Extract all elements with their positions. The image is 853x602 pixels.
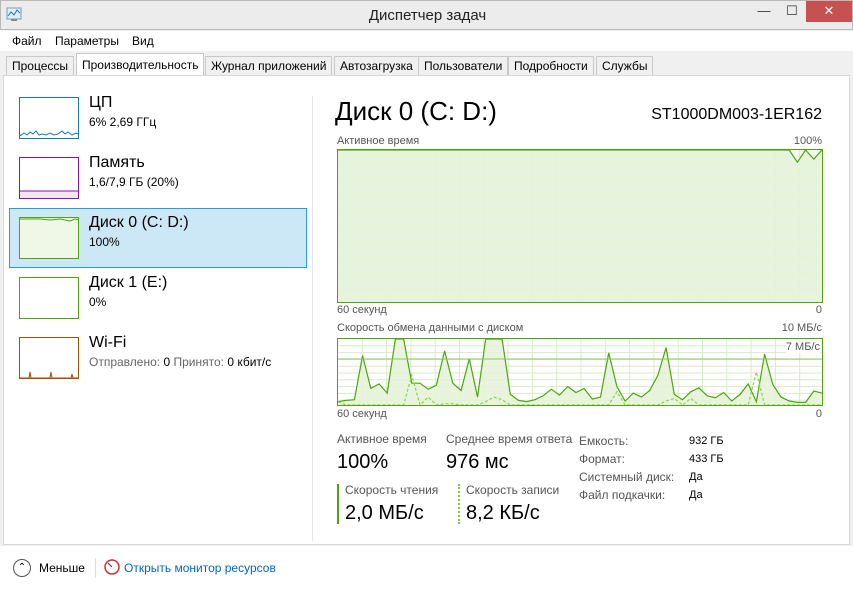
transfer-chart-marker: 7 МБ/с — [785, 341, 820, 353]
write-speed-label: Скорость записи — [466, 483, 560, 497]
active-time-value: 100% — [337, 451, 389, 473]
series-area-active — [338, 150, 822, 302]
footer: ⌃ Меньше Открыть монитор ресурсов — [0, 546, 853, 602]
transfer-chart-xright: 0 — [815, 408, 822, 420]
disk0-label: Диск 0 (C: D:) — [89, 214, 189, 231]
memory-label: Память — [89, 154, 145, 171]
menu-file[interactable]: Файл — [12, 34, 42, 48]
active-time-label: Активное время — [337, 432, 427, 446]
prop-system-label: Системный диск: — [579, 470, 675, 484]
transfer-rate-chart — [337, 338, 823, 406]
memory-value: 1,6/7,9 ГБ (20%) — [89, 175, 179, 189]
disk1-thumbnail — [19, 277, 79, 319]
sidebar-item-memory[interactable]: Память 1,6/7,9 ГБ (20%) — [9, 148, 307, 208]
close-button[interactable]: ✕ — [806, 1, 852, 22]
cpu-value: 6% 2,69 ГГц — [89, 115, 157, 129]
prop-capacity-label: Емкость: — [579, 434, 629, 448]
read-legend-line — [337, 484, 339, 524]
wifi-thumbnail — [19, 337, 79, 379]
sidebar-item-cpu[interactable]: ЦП 6% 2,69 ГГц — [9, 88, 307, 148]
disk0-thumbnail — [19, 217, 79, 259]
tab-performance[interactable]: Производительность — [76, 53, 205, 77]
cpu-label: ЦП — [89, 94, 113, 111]
active-time-chart — [337, 149, 823, 303]
window-title: Диспетчер задач — [368, 7, 487, 24]
read-speed-value: 2,0 МБ/с — [345, 502, 424, 524]
prop-format-value: 433 ГБ — [689, 453, 724, 465]
sent-label: Отправлено: — [89, 355, 161, 369]
active-chart-xright: 0 — [815, 304, 822, 316]
sidebar-item-wifi[interactable]: Wi-Fi Отправлено: 0 Принято: 0 кбит/с — [9, 328, 307, 388]
menu-options[interactable]: Параметры — [55, 34, 119, 48]
prop-capacity-value: 932 ГБ — [689, 435, 724, 447]
recv-label: Принято: — [173, 355, 224, 369]
wifi-label: Wi-Fi — [89, 334, 127, 351]
disk1-value: 0% — [89, 295, 107, 309]
prop-system-value: Да — [689, 471, 703, 483]
write-speed-value: 8,2 КБ/с — [466, 502, 540, 524]
maximize-button[interactable]: ☐ — [778, 1, 806, 22]
prop-format-label: Формат: — [579, 452, 625, 466]
cpu-thumbnail — [19, 97, 79, 139]
active-chart-xleft: 60 секунд — [337, 304, 387, 316]
open-resource-monitor-link[interactable]: Открыть монитор ресурсов — [124, 561, 276, 575]
memory-thumbnail — [19, 157, 79, 199]
divider — [95, 558, 96, 578]
disk0-value: 100% — [89, 235, 120, 249]
page-title: Диск 0 (C: D:) — [335, 96, 497, 126]
read-speed-label: Скорость чтения — [345, 483, 439, 497]
resource-monitor-icon — [104, 559, 120, 575]
tab-services[interactable]: Службы — [596, 56, 654, 76]
fewer-details-button[interactable]: Меньше — [39, 561, 85, 575]
prop-pagefile-label: Файл подкачки: — [579, 488, 666, 502]
wifi-value: Отправлено: 0 Принято: 0 кбит/с — [89, 355, 271, 369]
tab-processes[interactable]: Процессы — [6, 56, 75, 76]
tab-startup[interactable]: Автозагрузка — [334, 56, 419, 76]
recv-value: 0 кбит/с — [227, 355, 272, 369]
chevron-up-icon[interactable]: ⌃ — [13, 559, 31, 577]
tab-details[interactable]: Подробности — [508, 56, 594, 76]
title-bar: Диспетчер задач — ☐ ✕ — [0, 0, 853, 30]
menu-view[interactable]: Вид — [132, 34, 154, 48]
transfer-chart-max: 10 МБ/с — [781, 322, 822, 334]
divider — [312, 96, 313, 541]
disk-model: ST1000DM003-1ER162 — [651, 106, 822, 123]
sidebar-item-disk1[interactable]: Диск 1 (E:) 0% — [9, 268, 307, 328]
sidebar-item-disk0[interactable]: Диск 0 (C: D:) 100% — [9, 208, 307, 268]
response-time-value: 976 мс — [446, 451, 509, 473]
tab-users[interactable]: Пользователи — [418, 56, 509, 76]
menu-bar: Файл Параметры Вид — [0, 31, 853, 51]
tab-bar: Процессы Производительность Журнал прило… — [0, 52, 853, 77]
active-chart-max: 100% — [793, 135, 822, 147]
transfer-chart-label: Скорость обмена данными с диском — [337, 322, 524, 334]
active-chart-label: Активное время — [337, 135, 420, 147]
tab-app-history[interactable]: Журнал приложений — [205, 56, 333, 76]
response-time-label: Среднее время ответа — [446, 432, 573, 446]
disk-properties: Емкость: 932 ГБ Формат: 433 ГБ Системный д… — [579, 432, 724, 504]
disk1-label: Диск 1 (E:) — [89, 274, 168, 291]
minimize-button[interactable]: — — [750, 1, 778, 22]
prop-pagefile-value: Да — [689, 489, 703, 501]
write-legend-line — [458, 484, 460, 524]
sent-value: 0 — [163, 355, 171, 369]
transfer-chart-xleft: 60 секунд — [337, 408, 387, 420]
